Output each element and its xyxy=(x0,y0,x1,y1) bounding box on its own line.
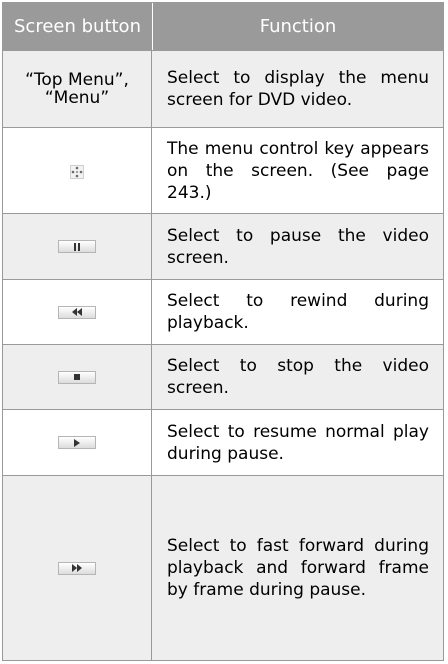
function-description: The menu control key ap­pears on the scr… xyxy=(167,138,429,203)
play-button xyxy=(58,436,96,449)
table-row: Select to stop the video screen. xyxy=(3,344,443,409)
button-label-line: “Menu” xyxy=(44,88,110,108)
button-cell xyxy=(3,345,152,409)
pause-icon xyxy=(74,242,80,251)
table-row: Select to pause the video screen. xyxy=(3,213,443,279)
stop-icon xyxy=(74,374,80,380)
function-cell: Select to display the menu screen for DV… xyxy=(152,51,443,127)
function-table: Screen button Function “Top Menu”, “Menu… xyxy=(2,2,444,661)
function-cell: Select to rewind during playback. xyxy=(152,280,443,344)
function-cell: Select to pause the video screen. xyxy=(152,214,443,279)
button-cell xyxy=(3,280,152,344)
rewind-button xyxy=(58,305,96,319)
function-cell: Select to resume normal play during paus… xyxy=(152,410,443,475)
table-row: “Top Menu”, “Menu” Select to display the… xyxy=(3,50,443,127)
function-description: Select to stop the video screen. xyxy=(167,356,429,398)
table-header: Screen button Function xyxy=(3,3,443,50)
button-cell xyxy=(3,410,152,475)
button-cell xyxy=(3,128,152,213)
fast-forward-button xyxy=(58,561,96,575)
pause-button xyxy=(58,240,96,253)
function-description: Select to rewind during playback. xyxy=(167,291,429,333)
button-cell: “Top Menu”, “Menu” xyxy=(3,51,152,127)
function-cell: Select to stop the video screen. xyxy=(152,345,443,409)
function-description: Select to display the menu screen for DV… xyxy=(167,68,429,110)
table-row: Select to rewind during playback. xyxy=(3,279,443,344)
menu-control-key-icon xyxy=(70,164,84,179)
header-function: Function xyxy=(259,16,337,37)
table-row: Select to fast forward dur­ing playback … xyxy=(3,475,443,660)
function-description: Select to pause the video screen. xyxy=(167,225,429,268)
function-description: Select to resume normal play during paus… xyxy=(167,421,429,464)
function-description: Select to fast forward dur­ing playback … xyxy=(167,536,429,600)
stop-button xyxy=(58,370,96,384)
function-cell: Select to fast forward dur­ing playback … xyxy=(152,476,443,660)
rewind-icon xyxy=(72,308,82,316)
function-cell: The menu control key ap­pears on the scr… xyxy=(152,128,443,213)
button-cell xyxy=(3,214,152,279)
button-label-line: “Top Menu”, xyxy=(25,70,129,90)
play-icon xyxy=(74,438,80,447)
fast-forward-icon xyxy=(72,564,82,572)
header-screen-button: Screen button xyxy=(14,16,141,37)
table-row: Select to resume normal play during paus… xyxy=(3,409,443,475)
button-cell xyxy=(3,476,152,660)
table-row: The menu control key ap­pears on the scr… xyxy=(3,127,443,213)
top-menu-button-label: “Top Menu”, “Menu” xyxy=(25,71,129,107)
